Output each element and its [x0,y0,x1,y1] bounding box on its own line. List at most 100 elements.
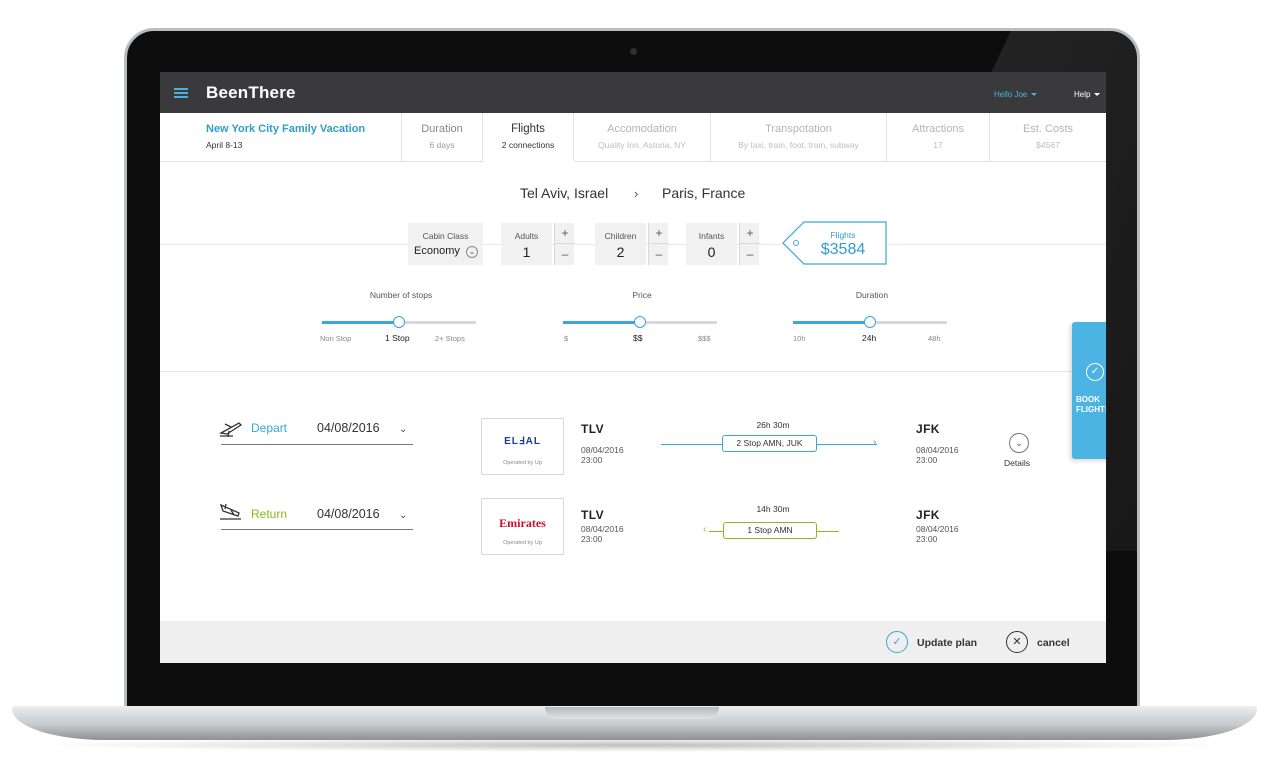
close-circle-icon[interactable]: ✕ [1006,631,1028,653]
flights-price-tag: Flights $3584 [782,221,888,265]
infants-minus-button[interactable]: – [740,244,760,265]
app-logo[interactable]: BeenThere [206,83,296,103]
elal-logo: ELℲAL [504,436,541,447]
airline-logo-elal: ELℲAL Operated by Up [481,418,564,475]
user-menu[interactable]: Hello Joe [994,90,1038,99]
update-plan-button[interactable]: Update plan [917,637,977,649]
details-button[interactable]: Details [1004,458,1030,468]
stops-tick: Non Stop [320,334,352,343]
return-label: Return [251,507,288,521]
infants-plus-button[interactable]: + [740,223,760,244]
user-menu-label: Hello Joe [994,90,1028,99]
chevron-down-icon[interactable]: ⌄ [399,510,407,521]
stops-tick: 2+ Stops [435,334,465,343]
tab-sub: 2 connections [501,140,555,150]
chevron-down-icon: ⌄ [466,246,478,258]
tab-sub: $4567 [1036,140,1060,150]
route-origin: Tel Aviv, Israel [520,185,609,201]
depart-date[interactable]: 04/08/2016 [317,421,380,435]
tab-label: Transpotation [765,123,832,135]
depart-origin-code: TLV [581,422,604,436]
chevron-down-icon[interactable]: ⌄ [399,424,407,435]
check-circle-icon: ✓ [1086,363,1104,381]
tab-accomodation[interactable]: Accomodation Quality Inn, Astoria, NY [574,113,711,162]
children-label: Children [604,231,637,241]
price-slider[interactable] [563,316,717,328]
trip-dates: April 8-13 [206,140,243,150]
return-origin-date: 08/04/2016 [581,524,624,534]
depart-duration: 26h 30m [756,420,790,430]
tab-duration[interactable]: Duration 6 days [402,113,483,162]
check-circle-icon[interactable]: ✓ [886,631,908,653]
app-screen: BeenThere Hello Joe Help New York City F… [160,72,1106,663]
plane-arrival-icon [219,503,241,520]
children-plus-button[interactable]: + [649,223,669,244]
duration-slider[interactable] [793,316,947,328]
children-value: 2 [616,244,625,260]
return-date-underline [221,529,413,530]
slider-knob[interactable] [393,316,405,328]
hamburger-menu-icon[interactable] [174,88,188,98]
duration-slider-title: Duration [855,290,889,300]
help-menu[interactable]: Help [1074,90,1101,99]
return-dest-time: 23:00 [916,534,938,544]
children-count: Children 2 [595,223,646,265]
tab-flights[interactable]: Flights 2 connections [483,113,574,162]
trip-title: New York City Family Vacation [206,123,366,135]
airline-logo-emirates: Emirates Operated by Up [481,498,564,555]
tab-label: Accomodation [607,123,677,135]
infants-label: Infants [698,231,725,241]
tab-sub: 6 days [429,140,455,150]
price-tick-selected: $$ [633,333,643,343]
emirates-logo: Emirates [499,516,546,530]
adults-value: 1 [522,244,531,260]
cabin-class-select[interactable]: Cabin Class Economy ⌄ [408,223,483,265]
tab-sub: Quality Inn, Astoria, NY [598,140,686,150]
return-duration: 14h 30m [756,504,790,514]
tab-est-costs[interactable]: Est. Costs $4567 [990,113,1106,162]
adults-stepper: + – [554,223,575,265]
return-origin-code: TLV [581,508,604,522]
stops-slider-title: Number of stops [369,290,433,300]
depart-origin-time: 23:00 [581,455,603,465]
duration-tick: 10h [793,334,806,343]
operated-by: Operated by Up [503,460,542,466]
return-stops: 1 Stop AMN [723,522,817,539]
slider-knob[interactable] [864,316,876,328]
tab-label: Flights [511,123,545,135]
slider-fill [793,321,870,324]
webcam [630,48,637,55]
depart-dest-date: 08/04/2016 [916,445,959,455]
slider-knob[interactable] [634,316,646,328]
tab-transportation[interactable]: Transpotation By taxi, train, foot, trai… [711,113,887,162]
arrow-left-icon: ‹ [703,524,707,535]
children-minus-button[interactable]: – [649,244,669,265]
return-origin-time: 23:00 [581,534,603,544]
depart-stops: 2 Stop AMN, JUK [722,435,817,452]
tab-attractions[interactable]: Attractions 17 [887,113,990,162]
depart-dest-time: 23:00 [916,455,938,465]
stops-slider[interactable] [322,316,476,328]
slider-fill [322,321,399,324]
tab-trip[interactable]: New York City Family Vacation April 8-13 [160,113,402,162]
cabin-class-label: Cabin Class [422,231,469,241]
tab-sub: By taxi, train, foot, train, subway [738,140,859,150]
infants-count: Infants 0 [686,223,737,265]
divider [160,371,1106,372]
details-chevron-icon[interactable]: ⌄ [1009,433,1029,453]
depart-origin-date: 08/04/2016 [581,445,624,455]
cancel-button[interactable]: cancel [1037,637,1070,649]
infants-value: 0 [707,244,716,260]
adults-plus-button[interactable]: + [555,223,575,244]
duration-tick: 48h [928,334,941,343]
arrow-right-icon: › [873,437,877,448]
price-tag-label: Flights [830,230,856,240]
return-dest-code: JFK [916,508,940,522]
adults-minus-button[interactable]: – [555,244,575,265]
depart-date-underline [221,444,413,445]
route-destination: Paris, France [662,185,746,201]
caret-down-icon [1094,93,1101,97]
tab-label: Duration [421,123,463,135]
return-date[interactable]: 04/08/2016 [317,507,380,521]
book-flights-button[interactable]: ✓ BOOK FLIGHTS [1072,322,1106,459]
